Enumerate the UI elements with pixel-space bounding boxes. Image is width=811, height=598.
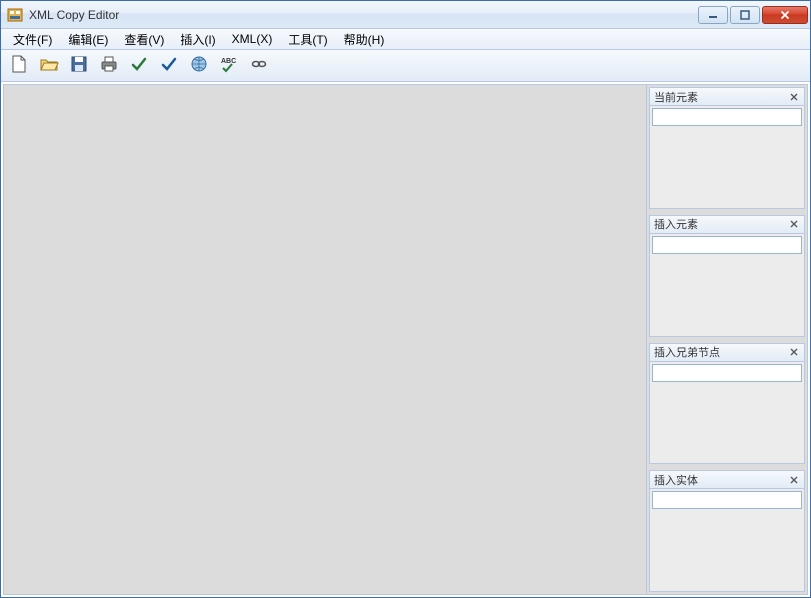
close-button[interactable]: [762, 6, 808, 24]
app-window: XML Copy Editor 文件(F) 编辑(E) 查看(V) 插入(I) …: [0, 0, 811, 598]
panel-close-button[interactable]: [788, 91, 800, 103]
panel-title: 插入兄弟节点: [654, 344, 788, 360]
spellcheck-icon: ABC: [219, 54, 239, 77]
hyperlink-button[interactable]: [247, 54, 271, 78]
open-file-button[interactable]: [37, 54, 61, 78]
insert-sibling-input[interactable]: [652, 364, 802, 382]
side-panels: 当前元素 插入元素: [647, 85, 807, 594]
browser-button[interactable]: [187, 54, 211, 78]
new-file-button[interactable]: [7, 54, 31, 78]
panel-body: [650, 106, 804, 208]
close-icon: [790, 220, 798, 228]
panel-body: [650, 362, 804, 464]
open-folder-icon: [39, 54, 59, 77]
validate-button[interactable]: [157, 54, 181, 78]
panel-title: 当前元素: [654, 89, 788, 105]
panel-header: 插入实体: [650, 471, 804, 489]
window-title: XML Copy Editor: [29, 8, 698, 22]
menu-view[interactable]: 查看(V): [116, 29, 172, 50]
menu-help[interactable]: 帮助(H): [336, 29, 393, 50]
save-icon: [69, 54, 89, 77]
menu-xml[interactable]: XML(X): [224, 30, 281, 48]
current-element-input[interactable]: [652, 108, 802, 126]
insert-entity-input[interactable]: [652, 491, 802, 509]
toolbar: ABC: [1, 50, 810, 82]
insert-element-input[interactable]: [652, 236, 802, 254]
close-icon: [790, 348, 798, 356]
menu-edit[interactable]: 编辑(E): [60, 29, 116, 50]
menu-tools[interactable]: 工具(T): [280, 29, 335, 50]
panel-current-element: 当前元素: [649, 87, 805, 209]
app-icon: [7, 7, 23, 23]
hyperlink-icon: [249, 54, 269, 77]
spellcheck-button[interactable]: ABC: [217, 54, 241, 78]
save-button[interactable]: [67, 54, 91, 78]
panel-body: [650, 234, 804, 336]
window-controls: [698, 6, 808, 24]
minimize-button[interactable]: [698, 6, 728, 24]
check-mark-icon: [129, 54, 149, 77]
panel-header: 插入元素: [650, 216, 804, 234]
maximize-button[interactable]: [730, 6, 760, 24]
panel-close-button[interactable]: [788, 346, 800, 358]
panel-close-button[interactable]: [788, 218, 800, 230]
panel-title: 插入实体: [654, 472, 788, 488]
close-icon: [790, 476, 798, 484]
w3c-check-icon: [159, 54, 179, 77]
panel-header: 当前元素: [650, 88, 804, 106]
new-file-icon: [9, 54, 29, 77]
print-icon: [99, 54, 119, 77]
close-icon: [790, 93, 798, 101]
check-wellformed-button[interactable]: [127, 54, 151, 78]
menu-insert[interactable]: 插入(I): [172, 29, 223, 50]
panel-body: [650, 489, 804, 591]
menu-file[interactable]: 文件(F): [5, 29, 60, 50]
panel-insert-element: 插入元素: [649, 215, 805, 337]
panel-insert-entity: 插入实体: [649, 470, 805, 592]
panel-title: 插入元素: [654, 216, 788, 232]
print-button[interactable]: [97, 54, 121, 78]
browser-globe-icon: [189, 54, 209, 77]
panel-header: 插入兄弟节点: [650, 344, 804, 362]
panel-insert-sibling: 插入兄弟节点: [649, 343, 805, 465]
client-area: 当前元素 插入元素: [3, 84, 808, 595]
svg-text:ABC: ABC: [221, 58, 236, 65]
titlebar: XML Copy Editor: [1, 1, 810, 29]
panel-close-button[interactable]: [788, 474, 800, 486]
menubar: 文件(F) 编辑(E) 查看(V) 插入(I) XML(X) 工具(T) 帮助(…: [1, 29, 810, 50]
editor-area[interactable]: [4, 85, 647, 594]
